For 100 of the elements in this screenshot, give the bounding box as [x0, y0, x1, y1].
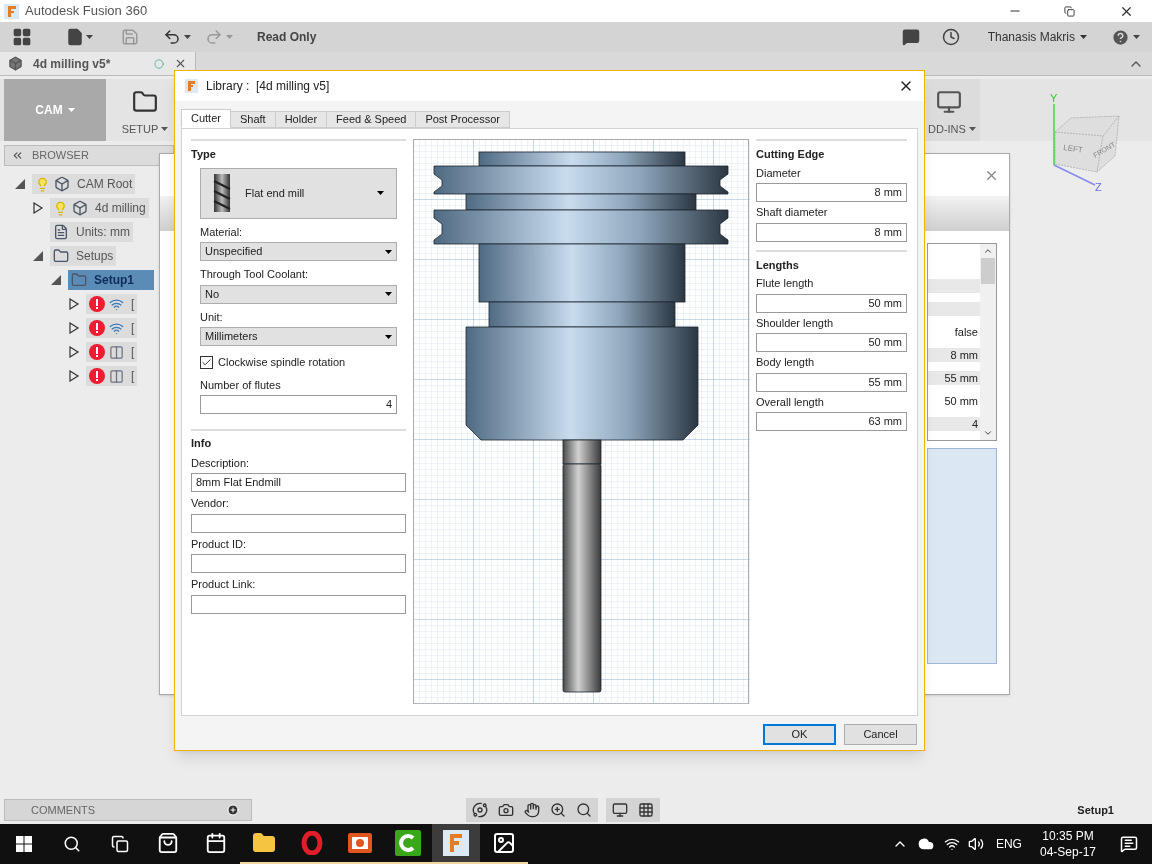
tab[interactable]: Post Processor [416, 111, 510, 128]
select-field[interactable]: No [200, 284, 397, 304]
undo-icon[interactable] [163, 28, 181, 46]
collapse-panel-icon[interactable] [11, 149, 24, 162]
axis-label: Y [1050, 92, 1058, 104]
expanded-triangle-icon[interactable] [50, 274, 62, 286]
ribbon-group[interactable]: DD-INS [926, 79, 980, 141]
property-row: 8 mm [928, 348, 980, 362]
expanded-triangle-icon[interactable] [14, 178, 26, 190]
zoom-icon[interactable] [550, 802, 566, 818]
input-field[interactable]: 4 [200, 395, 397, 414]
tree-item-label: [ [130, 296, 135, 313]
add-icon[interactable] [227, 804, 239, 816]
comments-panel[interactable]: COMMENTS [4, 799, 252, 821]
comment-icon[interactable] [901, 28, 920, 46]
tree-item[interactable]: [ [86, 342, 138, 362]
checkbox[interactable] [200, 355, 213, 369]
caret-icon [968, 126, 976, 131]
tree-item[interactable]: Setups [50, 246, 117, 266]
input-field[interactable]: 50 mm [756, 333, 907, 352]
tab[interactable]: Cutter [181, 109, 231, 128]
select-field[interactable]: Millimeters [200, 327, 397, 346]
scroll-up-icon[interactable] [983, 246, 993, 256]
input-field[interactable] [191, 554, 406, 573]
cloud-icon[interactable] [917, 836, 934, 852]
language-indicator[interactable]: ENG [995, 835, 1022, 853]
field-label: Product ID: [191, 536, 248, 552]
collapsed-triangle-icon[interactable] [68, 370, 80, 382]
collapsed-triangle-icon[interactable] [32, 202, 44, 214]
field-label: Product Link: [191, 577, 257, 592]
tree-item[interactable]: 4d milling [50, 198, 149, 218]
input-field[interactable] [191, 594, 406, 614]
input-field[interactable]: 63 mm [756, 412, 907, 431]
tool-type-select[interactable]: Flat end mill [200, 167, 397, 219]
caret-icon [385, 334, 392, 339]
field-label: Unit: [200, 309, 224, 325]
ribbon-group[interactable]: SETUP [110, 79, 180, 141]
document-tab[interactable]: 4d milling v5* [0, 52, 196, 75]
tree-item[interactable]: [ [86, 366, 138, 386]
tree-item[interactable]: CAM Root [32, 174, 136, 194]
section-heading: Lengths [756, 257, 800, 273]
wifi-icon[interactable] [943, 836, 960, 852]
tree-item[interactable]: [ [86, 318, 138, 338]
collapsed-triangle-icon[interactable] [68, 298, 80, 310]
wave-plate-icon [109, 296, 124, 312]
tree-item[interactable]: [ [86, 294, 138, 314]
presentation-icon [347, 832, 373, 854]
input-field[interactable]: 50 mm [756, 293, 907, 313]
apps-grid-icon[interactable] [12, 27, 32, 47]
input-field[interactable]: 8mm Flat Endmill [191, 473, 406, 492]
property-row-text: false [953, 325, 979, 339]
task-view-icon[interactable] [111, 835, 129, 853]
tree-item[interactable]: Units: mm [50, 222, 133, 242]
field-label: Material: [200, 224, 244, 240]
file-icon[interactable] [66, 28, 84, 46]
help-icon[interactable] [1111, 27, 1130, 47]
image-icon [492, 831, 516, 855]
browser-title: BROWSER [32, 148, 89, 164]
display-icon[interactable] [612, 802, 628, 818]
tab[interactable]: Holder [275, 111, 328, 128]
close-icon[interactable] [174, 57, 187, 70]
grid-icon[interactable] [638, 802, 654, 818]
select-field[interactable]: Unspecified [200, 242, 397, 261]
restore-icon[interactable] [1064, 5, 1075, 17]
script-window-icon [936, 88, 962, 115]
clock[interactable]: 10:35 PM 04-Sep-17 [1039, 828, 1096, 860]
taskbar-app[interactable] [432, 824, 480, 864]
input-field[interactable] [191, 513, 406, 533]
collapsed-triangle-icon[interactable] [68, 322, 80, 334]
clock-icon[interactable] [941, 28, 960, 46]
tool-plate-icon [109, 344, 124, 360]
read-only-label: Read Only [257, 29, 317, 46]
section-heading: Type [191, 147, 217, 162]
scroll-thumb[interactable] [981, 258, 995, 284]
collapsed-triangle-icon[interactable] [68, 346, 80, 358]
dialog-button[interactable]: Cancel [844, 724, 917, 745]
user-menu[interactable]: Thanasis Makris [987, 28, 1087, 46]
property-row: 4 [928, 417, 980, 431]
scroll-down-icon[interactable] [983, 428, 993, 438]
volume-icon[interactable] [967, 836, 984, 852]
calendar-icon [205, 832, 227, 854]
input-field[interactable]: 8 mm [756, 222, 907, 242]
orbit-icon[interactable] [472, 802, 488, 818]
folder-icon [71, 272, 87, 288]
expanded-triangle-icon[interactable] [32, 250, 44, 262]
dialog-button[interactable]: OK [763, 724, 836, 745]
scrollbar[interactable] [980, 244, 996, 440]
tab[interactable]: Shaft [230, 111, 276, 128]
field-label: Shoulder length [756, 315, 835, 331]
search-icon[interactable] [576, 802, 592, 818]
axis-label: Z [1095, 181, 1102, 193]
pan-icon[interactable] [524, 802, 540, 818]
tree-item[interactable]: Setup1 [68, 270, 154, 290]
windows-logo-icon[interactable] [16, 836, 32, 852]
tab[interactable]: Feed & Speed [327, 111, 417, 128]
input-field[interactable]: 55 mm [756, 372, 907, 392]
input-field[interactable]: 8 mm [756, 183, 907, 202]
notification-icon[interactable] [1120, 835, 1138, 853]
search-icon[interactable] [63, 835, 81, 853]
camera-icon[interactable] [498, 802, 514, 818]
